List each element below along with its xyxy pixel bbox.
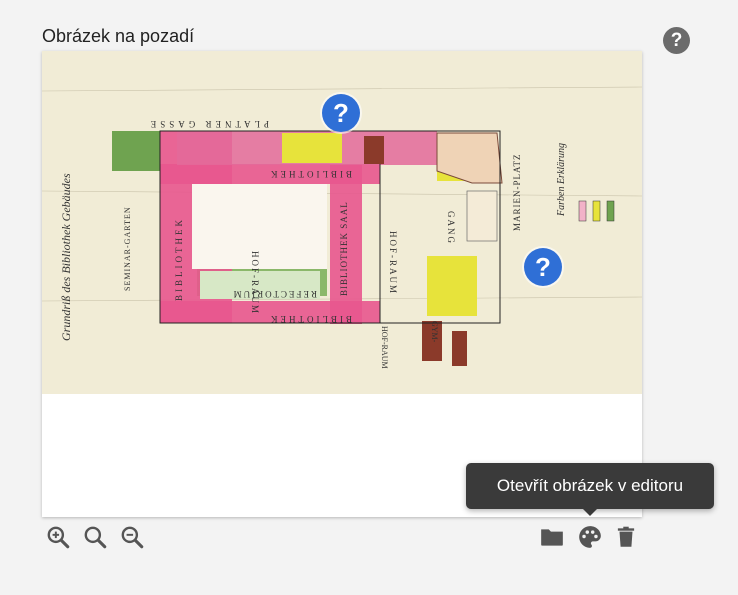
label-seminar-garten: SEMINAR-GARTEN: [123, 206, 132, 291]
label-farben: Farben Erklärung: [556, 143, 567, 217]
trash-icon[interactable]: [612, 523, 640, 551]
label-gym: GYM-: [430, 321, 439, 343]
zoom-icon[interactable]: [81, 523, 109, 551]
label-bibliothek-left: BIBLIOTHEK: [174, 217, 184, 301]
label-gang: GANG: [446, 211, 456, 245]
label-bibliothek-bottom: BIBLIOTHEK: [268, 314, 352, 324]
label-marien-platz: MARIEN-PLATZ: [512, 154, 522, 232]
label-hof-raum-low: HOF-RAUM: [380, 326, 389, 369]
zoom-out-icon[interactable]: [118, 523, 146, 551]
zoom-in-icon[interactable]: [44, 523, 72, 551]
help-icon[interactable]: ?: [322, 94, 360, 132]
label-refectorium: REFECTORIUM: [232, 289, 317, 299]
image-preview-card: PLATNER GASSE BIBLIOTHEK BIBLIOTHEK BIBL…: [42, 51, 642, 517]
label-bibliothek-top: BIBLIOTHEK: [268, 169, 352, 179]
label-platner-gasse: PLATNER GASSE: [147, 119, 269, 129]
help-icon[interactable]: ?: [524, 248, 562, 286]
label-grundriss: Grundriß des Bibliothek Gebäudes: [59, 173, 73, 341]
palette-icon[interactable]: [576, 523, 604, 551]
help-icon[interactable]: ?: [663, 27, 690, 54]
page-title: Obrázek na pozadí: [42, 26, 195, 46]
tooltip: Otevřít obrázek v editoru: [466, 463, 714, 516]
folder-icon[interactable]: [538, 523, 566, 551]
label-hof-raum: HOF-RAUM: [250, 251, 260, 315]
label-hof-raum-right: HOF-RAUM: [388, 231, 398, 295]
label-bibliothek-saal: BIBLIOTHEK SAAL: [339, 201, 349, 296]
